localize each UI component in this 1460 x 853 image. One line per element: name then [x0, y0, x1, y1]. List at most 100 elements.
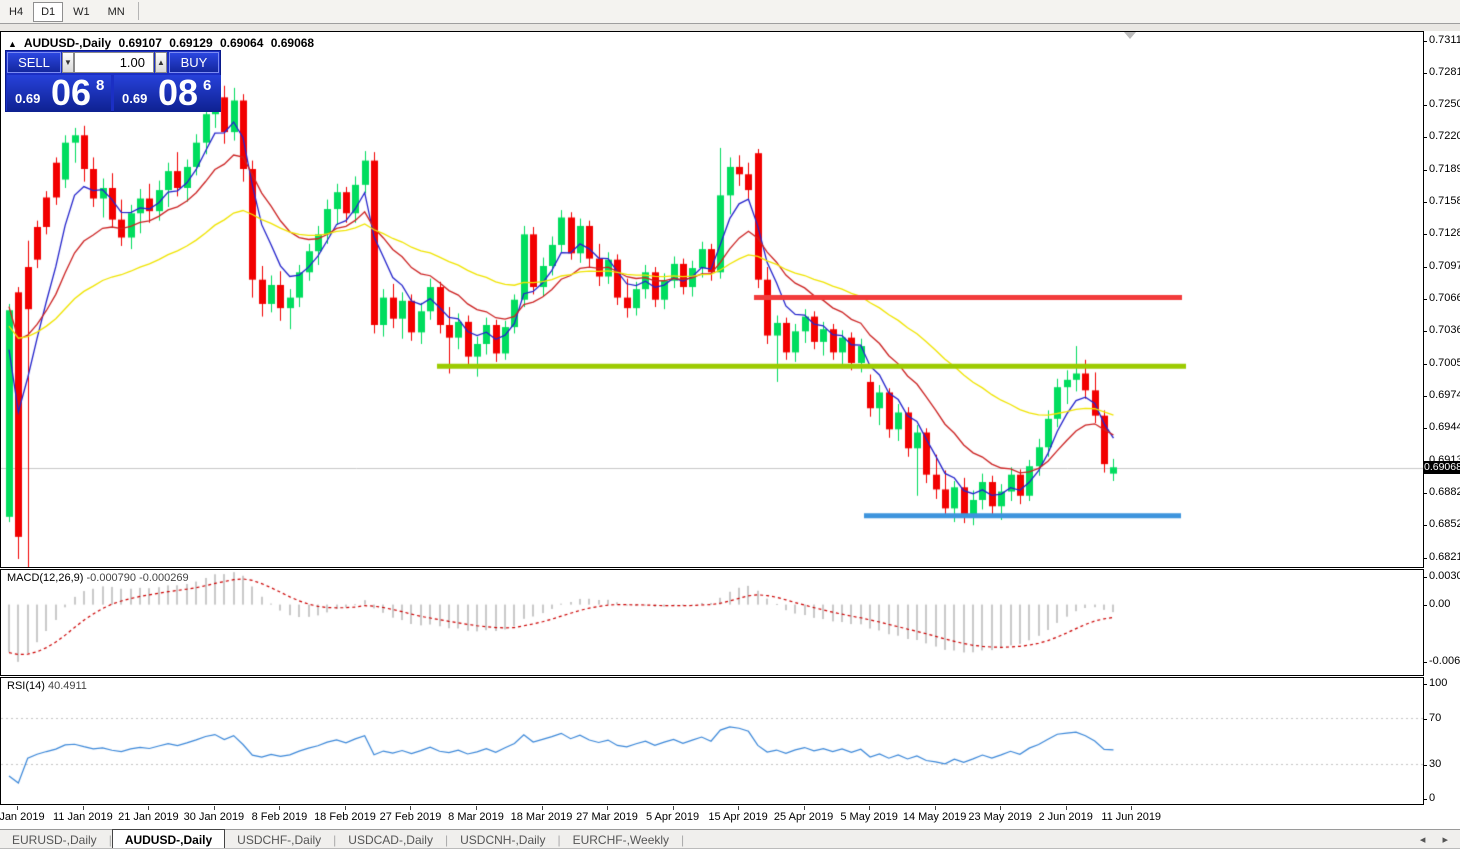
collapse-triangle-icon[interactable]: ▲: [8, 39, 17, 49]
price-axis-label: 0.70360: [1429, 324, 1460, 336]
price-axis-tick: [1423, 41, 1427, 42]
date-tick: [279, 806, 280, 810]
date-label: 21 Jan 2019: [118, 811, 179, 823]
price-axis-label: 0.68825: [1429, 486, 1460, 498]
volume-decrease-icon[interactable]: ▼: [62, 52, 74, 73]
date-label: 2 Jun 2019: [1038, 811, 1092, 823]
trade-controls-row: SELL ▼ ▲ BUY: [6, 51, 220, 74]
date-label: 2 Jan 2019: [0, 811, 45, 823]
price-axis-label: 0.69745: [1429, 389, 1460, 401]
price-axis-label: 0.71280: [1429, 227, 1460, 239]
price-axis-tick: [1423, 299, 1427, 300]
date-tick: [542, 806, 543, 810]
date-tick: [1066, 806, 1067, 810]
date-label: 8 Feb 2019: [252, 811, 308, 823]
rsi-axis-tick: [1423, 684, 1427, 685]
price-axis-tick: [1423, 428, 1427, 429]
price-axis-tick: [1423, 234, 1427, 235]
tab-scroll-right-icon[interactable]: ▸: [1442, 834, 1448, 846]
date-tick: [148, 806, 149, 810]
date-label: 18 Mar 2019: [511, 811, 573, 823]
scroll-to-end-icon[interactable]: [1124, 32, 1136, 39]
price-axis-tick: [1423, 364, 1427, 365]
date-label: 11 Jun 2019: [1101, 811, 1161, 823]
volume-input[interactable]: [74, 52, 154, 73]
macd-axis-label: 0.00: [1429, 598, 1450, 610]
date-label: 30 Jan 2019: [184, 811, 245, 823]
price-axis-tick: [1423, 558, 1427, 559]
price-axis-label: 0.70050: [1429, 357, 1460, 369]
price-axis-label: 0.71890: [1429, 163, 1460, 175]
buy-price-big: 08: [158, 72, 198, 114]
chart-tab-eurchf-weekly[interactable]: EURCHF-,Weekly: [561, 831, 681, 848]
sell-button[interactable]: SELL: [7, 52, 61, 73]
price-axis-tick: [1423, 170, 1427, 171]
main-chart-canvas[interactable]: [1, 32, 1423, 567]
date-axis: 2 Jan 201911 Jan 201921 Jan 201930 Jan 2…: [0, 806, 1460, 829]
timeframe-button-mn[interactable]: MN: [100, 2, 133, 22]
buy-price-sup: 6: [203, 77, 211, 94]
sell-price-base: 0.69: [15, 91, 40, 106]
timeframe-button-h4[interactable]: H4: [1, 2, 31, 22]
macd-axis-tick: [1423, 605, 1427, 606]
date-tick: [476, 806, 477, 810]
rsi-axis-label: 0: [1429, 792, 1435, 804]
price-axis-label: 0.68210: [1429, 551, 1460, 563]
tab-scroll-controls: ◂ ▸: [1406, 833, 1448, 846]
timeframe-button-d1[interactable]: D1: [33, 2, 63, 22]
chart-tab-usdcnh-daily[interactable]: USDCNH-,Daily: [448, 831, 557, 848]
macd-pane: [0, 569, 1424, 676]
price-axis-tick: [1423, 267, 1427, 268]
rsi-axis-label: 30: [1429, 758, 1441, 770]
chart-tab-usdcad-daily[interactable]: USDCAD-,Daily: [336, 831, 445, 848]
ohlc-open: 0.69107: [119, 36, 162, 50]
date-tick: [935, 806, 936, 810]
macd-values: -0.000790 -0.000269: [86, 572, 188, 584]
rsi-value: 40.4911: [48, 680, 87, 692]
price-axis-label: 0.72810: [1429, 66, 1460, 78]
date-tick: [607, 806, 608, 810]
sell-price-sup: 8: [96, 77, 104, 94]
toolbar-separator: [138, 2, 139, 20]
chart-tab-eurusd-daily[interactable]: EURUSD-,Daily: [0, 831, 109, 848]
date-label: 8 Mar 2019: [448, 811, 504, 823]
tab-scroll-left-icon[interactable]: ◂: [1420, 834, 1426, 846]
status-bar: [0, 848, 1460, 853]
chart-tab-usdchf-daily[interactable]: USDCHF-,Daily: [225, 831, 333, 848]
price-axis-tick: [1423, 73, 1427, 74]
buy-price-base: 0.69: [122, 91, 147, 106]
date-label: 15 Apr 2019: [708, 811, 767, 823]
chart-tab-audusd-daily[interactable]: AUDUSD-,Daily: [112, 829, 225, 849]
buy-price-display[interactable]: 0.69 08 6: [114, 75, 221, 112]
price-axis-label: 0.70970: [1429, 260, 1460, 272]
price-axis-label: 0.71585: [1429, 195, 1460, 207]
buy-button[interactable]: BUY: [169, 52, 219, 73]
date-label: 14 May 2019: [903, 811, 967, 823]
date-label: 27 Mar 2019: [576, 811, 638, 823]
date-tick: [410, 806, 411, 810]
date-label: 5 May 2019: [840, 811, 897, 823]
date-label: 18 Feb 2019: [314, 811, 376, 823]
date-tick: [804, 806, 805, 810]
chart-symbol-header: ▲ AUDUSD-,Daily 0.69107 0.69129 0.69064 …: [8, 36, 318, 50]
timeframe-toolbar: H4D1W1MN: [0, 0, 1460, 24]
price-axis-label: 0.73115: [1429, 34, 1460, 46]
timeframe-button-w1[interactable]: W1: [65, 2, 98, 22]
date-tick: [673, 806, 674, 810]
rsi-axis-tick: [1423, 719, 1427, 720]
date-label: 5 Apr 2019: [646, 811, 699, 823]
date-label: 23 May 2019: [968, 811, 1032, 823]
price-axis-tick: [1423, 493, 1427, 494]
price-axis-tick: [1423, 396, 1427, 397]
price-axis-label: 0.68520: [1429, 518, 1460, 530]
sell-price-display[interactable]: 0.69 06 8: [7, 75, 111, 112]
macd-canvas[interactable]: [1, 570, 1423, 675]
rsi-label: RSI(14) 40.4911: [7, 680, 87, 692]
macd-axis-tick: [1423, 577, 1427, 578]
macd-axis-label: -0.006311: [1429, 655, 1460, 667]
toolbar-strip: [0, 24, 1460, 31]
price-axis-label: 0.72505: [1429, 98, 1460, 110]
rsi-canvas[interactable]: [1, 678, 1423, 804]
date-tick: [1131, 806, 1132, 810]
volume-increase-icon[interactable]: ▲: [155, 52, 167, 73]
